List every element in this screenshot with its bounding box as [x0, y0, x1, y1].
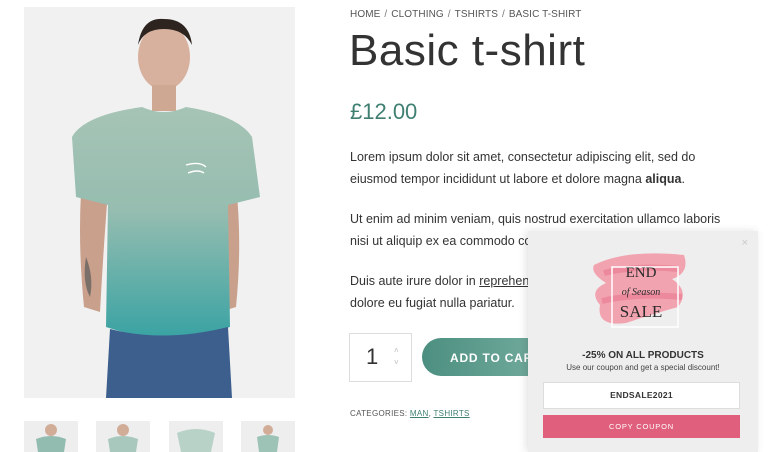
product-categories: CATEGORIES: MAN, TSHIRTS — [350, 409, 470, 418]
chevron-up-icon[interactable]: ˄ — [394, 347, 399, 355]
model-photo — [72, 18, 260, 398]
description-line: Lorem ipsum dolor sit amet, consectetur … — [350, 150, 696, 164]
breadcrumb-separator: / — [447, 9, 451, 20]
categories-label: CATEGORIES: — [350, 409, 410, 418]
coupon-code-field[interactable]: ENDSALE2021 — [543, 382, 740, 409]
product-main-image[interactable] — [24, 7, 295, 398]
quantity-stepper[interactable]: 1 ˄ ˅ — [349, 333, 412, 382]
breadcrumb-home[interactable]: HOME — [350, 9, 380, 20]
breadcrumb-tshirts[interactable]: TSHIRTS — [455, 9, 498, 20]
product-description-1: Lorem ipsum dolor sit amet, consectetur … — [350, 146, 730, 190]
breadcrumb-separator: / — [501, 9, 505, 20]
thumbnail-3[interactable] — [169, 421, 223, 452]
category-link-man[interactable]: MAN — [410, 409, 429, 418]
end-of-season-sale-logo: END of Season SALE — [593, 253, 686, 328]
thumbnail-image — [177, 429, 215, 452]
description-text: eiusmod tempor incididunt ut labore et d… — [350, 172, 646, 186]
popup-headline: -25% ON ALL PRODUCTS — [582, 350, 704, 361]
coupon-popup: × END of Season SALE -25% ON ALL PRODUCT… — [528, 231, 758, 452]
quantity-value[interactable]: 1 — [366, 344, 378, 370]
close-icon[interactable]: × — [742, 237, 748, 249]
copy-coupon-button[interactable]: COPY COUPON — [543, 415, 740, 438]
logo-text: SALE — [620, 302, 663, 321]
product-price: £12.00 — [350, 99, 418, 124]
description-bold: aliqua — [645, 172, 682, 186]
thumbnail-image — [108, 424, 138, 452]
logo-text: of Season — [622, 287, 661, 298]
thumbnail-1[interactable] — [24, 421, 78, 452]
category-link-tshirts[interactable]: TSHIRTS — [434, 409, 470, 418]
description-text: Duis aute irure dolor in — [350, 274, 480, 288]
description-line: Ut enim ad minim veniam, quis nostrud ex… — [350, 212, 721, 226]
breadcrumb-clothing[interactable]: CLOTHING — [391, 9, 443, 20]
description-text: . — [681, 172, 685, 186]
logo-text: END — [626, 265, 657, 281]
description-line: eiusmod tempor incididunt ut labore et d… — [350, 168, 730, 190]
thumbnail-image — [257, 425, 279, 452]
breadcrumb-separator: / — [384, 9, 388, 20]
thumbnail-2[interactable] — [96, 421, 150, 452]
thumbnail-4[interactable] — [241, 421, 295, 452]
breadcrumb: HOME / CLOTHING / TSHIRTS / BASIC T-SHIRT — [350, 9, 582, 20]
product-title: Basic t-shirt — [349, 26, 586, 75]
popup-subtext: Use our coupon and get a special discoun… — [566, 363, 720, 372]
breadcrumb-current: BASIC T-SHIRT — [508, 9, 582, 20]
thumbnail-image — [36, 424, 66, 452]
chevron-down-icon[interactable]: ˅ — [394, 359, 399, 367]
